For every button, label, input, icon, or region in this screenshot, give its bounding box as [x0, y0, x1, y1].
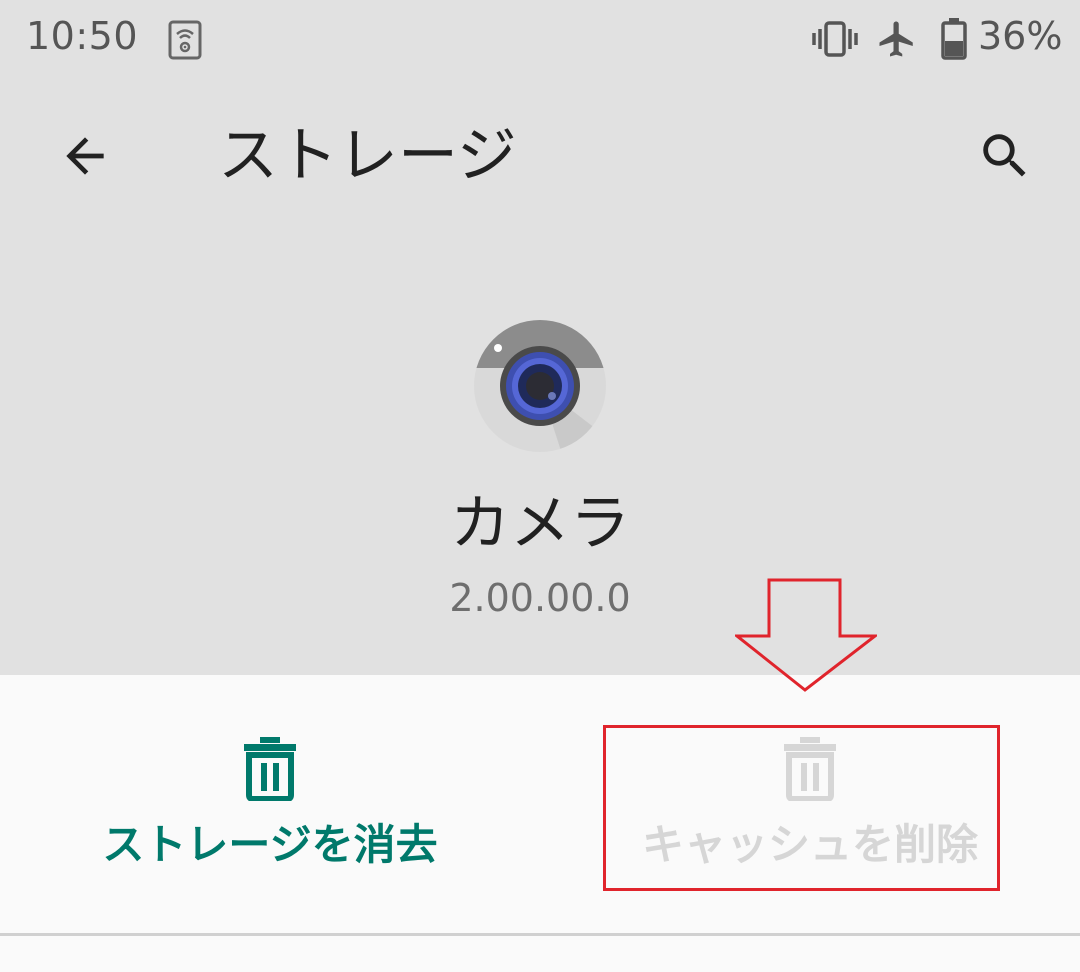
trash-icon	[784, 737, 836, 801]
trash-icon	[244, 737, 296, 801]
search-icon	[983, 134, 1026, 177]
app-version: 2.00.00.0	[449, 576, 631, 620]
next-list-item	[0, 936, 1080, 972]
app-bar: ストレージ	[0, 80, 1080, 230]
back-button[interactable]	[40, 116, 130, 196]
clear-storage-button[interactable]: ストレージを消去	[0, 675, 540, 935]
airplane-mode-icon	[876, 18, 918, 64]
app-name: カメラ	[450, 489, 630, 559]
clear-cache-label: キャッシュを削除	[641, 820, 978, 869]
clear-cache-button[interactable]: キャッシュを削除	[540, 675, 1080, 935]
battery-icon	[941, 18, 967, 64]
battery-percent: 36%	[978, 14, 1063, 58]
vibrate-icon	[812, 20, 858, 62]
wifi-settings-icon	[168, 20, 202, 64]
page-title: ストレージ	[218, 121, 517, 191]
camera-app-icon	[472, 318, 608, 454]
status-bar: 10:50 36%	[0, 0, 1080, 80]
search-button[interactable]	[960, 116, 1050, 196]
arrow-back-icon	[66, 137, 104, 175]
status-time: 10:50	[26, 14, 139, 58]
app-header: カメラ 2.00.00.0	[0, 300, 1080, 672]
action-panel: ストレージを消去 キャッシュを削除	[0, 675, 1080, 935]
clear-storage-label: ストレージを消去	[102, 820, 438, 869]
